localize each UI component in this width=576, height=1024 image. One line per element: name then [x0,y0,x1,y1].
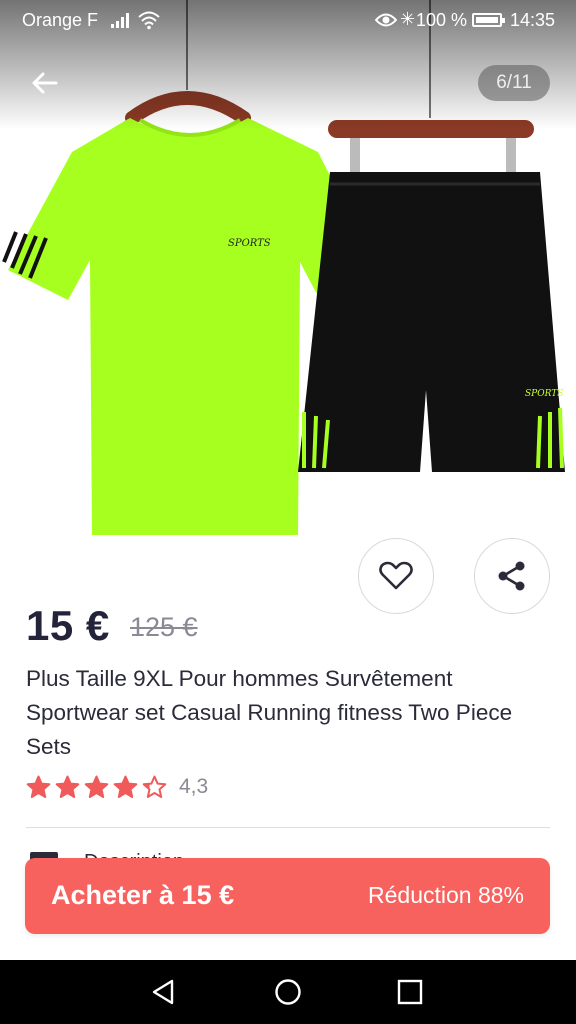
signal-icon [111,13,129,28]
circle-home-icon[interactable] [272,976,304,1008]
back-button[interactable] [28,66,62,100]
clock: 14:35 [510,10,556,30]
shirt-print: SPORTS [228,238,271,249]
bluetooth-icon: ✳ [400,9,416,29]
square-recent-icon[interactable] [394,976,426,1008]
description-heading[interactable]: Description [84,848,204,858]
share-icon [498,561,525,591]
battery-icon [472,13,505,27]
heart-icon [379,561,413,590]
share-button[interactable] [474,538,550,614]
favorite-button[interactable] [358,538,434,614]
star-icon [55,775,80,798]
wifi-icon [138,11,160,30]
divider [26,827,550,828]
buy-button[interactable]: Acheter à 15 € Réduction 88% [25,858,550,934]
star-icon [142,775,167,798]
rating[interactable]: 4,3 [26,772,208,802]
buy-label: Acheter à 15 € [51,880,235,910]
star-icon [26,775,51,798]
arrow-left-icon [32,72,58,94]
product-title: Plus Taille 9XL Pour hommes Survêtement … [26,666,513,759]
rating-value: 4,3 [179,775,209,798]
old-price: 125 € [130,612,198,642]
rating-stars [26,775,167,800]
star-icon [113,775,138,798]
image-counter: 6/11 [478,65,550,101]
triangle-back-icon[interactable] [148,976,180,1008]
battery-percent: 100 % [416,10,468,30]
shorts-print: SPORTS [525,389,563,399]
eye-icon [375,13,397,27]
price: 15 € [26,602,110,649]
status-bar: Orange F ✳ 100 % 14:35 [0,0,576,40]
discount-label: Réduction 88% [368,882,524,908]
system-navigation-bar [0,960,576,1024]
star-icon [84,775,109,798]
carrier-name: Orange F [22,10,99,30]
